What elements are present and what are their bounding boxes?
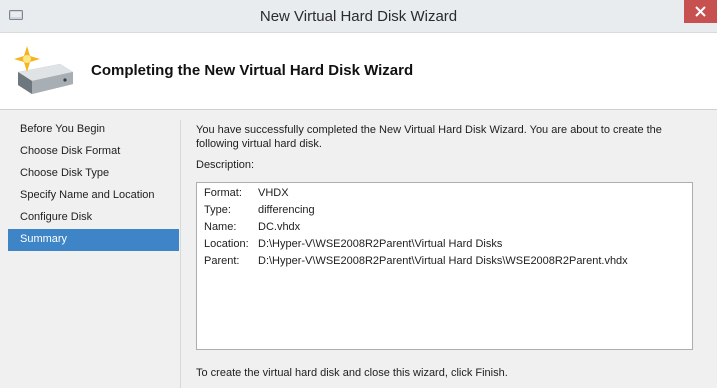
- description-label: Description:: [196, 159, 255, 171]
- nav-item-choose-disk-format[interactable]: Choose Disk Format: [8, 141, 179, 163]
- description-value: differencing: [258, 204, 315, 216]
- description-value: DC.vhdx: [258, 221, 301, 233]
- nav-item-before-you-begin[interactable]: Before You Begin: [8, 119, 179, 141]
- completion-message-line-2: following virtual hard disk.: [196, 138, 322, 150]
- description-key: Location:: [204, 238, 249, 250]
- description-key: Name:: [204, 221, 237, 233]
- description-row-type: Type: differencing: [204, 202, 315, 218]
- description-value: D:\Hyper-V\WSE2008R2Parent\Virtual Hard …: [258, 255, 628, 267]
- description-row-format: Format: VHDX: [204, 185, 289, 201]
- title-bar: New Virtual Hard Disk Wizard: [0, 0, 717, 33]
- wizard-header: Completing the New Virtual Hard Disk Wiz…: [0, 33, 717, 110]
- nav-item-choose-disk-type[interactable]: Choose Disk Type: [8, 163, 179, 185]
- description-key: Format:: [204, 187, 242, 199]
- completion-message: You have successfully completed the New …: [196, 123, 696, 151]
- close-button[interactable]: [684, 0, 717, 23]
- nav-divider: [180, 120, 181, 388]
- description-row-name: Name: DC.vhdx: [204, 219, 300, 235]
- description-key: Type:: [204, 204, 231, 216]
- nav-item-specify-name-location[interactable]: Specify Name and Location: [8, 185, 179, 207]
- hard-disk-new-icon: [14, 46, 73, 94]
- wizard-steps-nav: Before You Begin Choose Disk Format Choo…: [8, 119, 179, 251]
- description-value: VHDX: [258, 187, 289, 199]
- description-row-parent: Parent: D:\Hyper-V\WSE2008R2Parent\Virtua…: [204, 253, 628, 269]
- description-key: Parent:: [204, 255, 240, 267]
- window-title: New Virtual Hard Disk Wizard: [259, 8, 458, 25]
- description-box[interactable]: Format: VHDX Type: differencing Name: DC.vh…: [196, 182, 693, 350]
- completion-message-line-1: You have successfully completed the New …: [196, 124, 662, 136]
- nav-item-summary[interactable]: Summary: [8, 229, 179, 251]
- wizard-page-title: Completing the New Virtual Hard Disk Wiz…: [91, 62, 414, 79]
- nav-item-configure-disk[interactable]: Configure Disk: [8, 207, 179, 229]
- description-value: D:\Hyper-V\WSE2008R2Parent\Virtual Hard …: [258, 238, 503, 250]
- finish-instructions: To create the virtual hard disk and clos…: [196, 367, 508, 379]
- description-row-location: Location: D:\Hyper-V\WSE2008R2Parent\Virt…: [204, 236, 502, 252]
- close-icon: [695, 6, 706, 17]
